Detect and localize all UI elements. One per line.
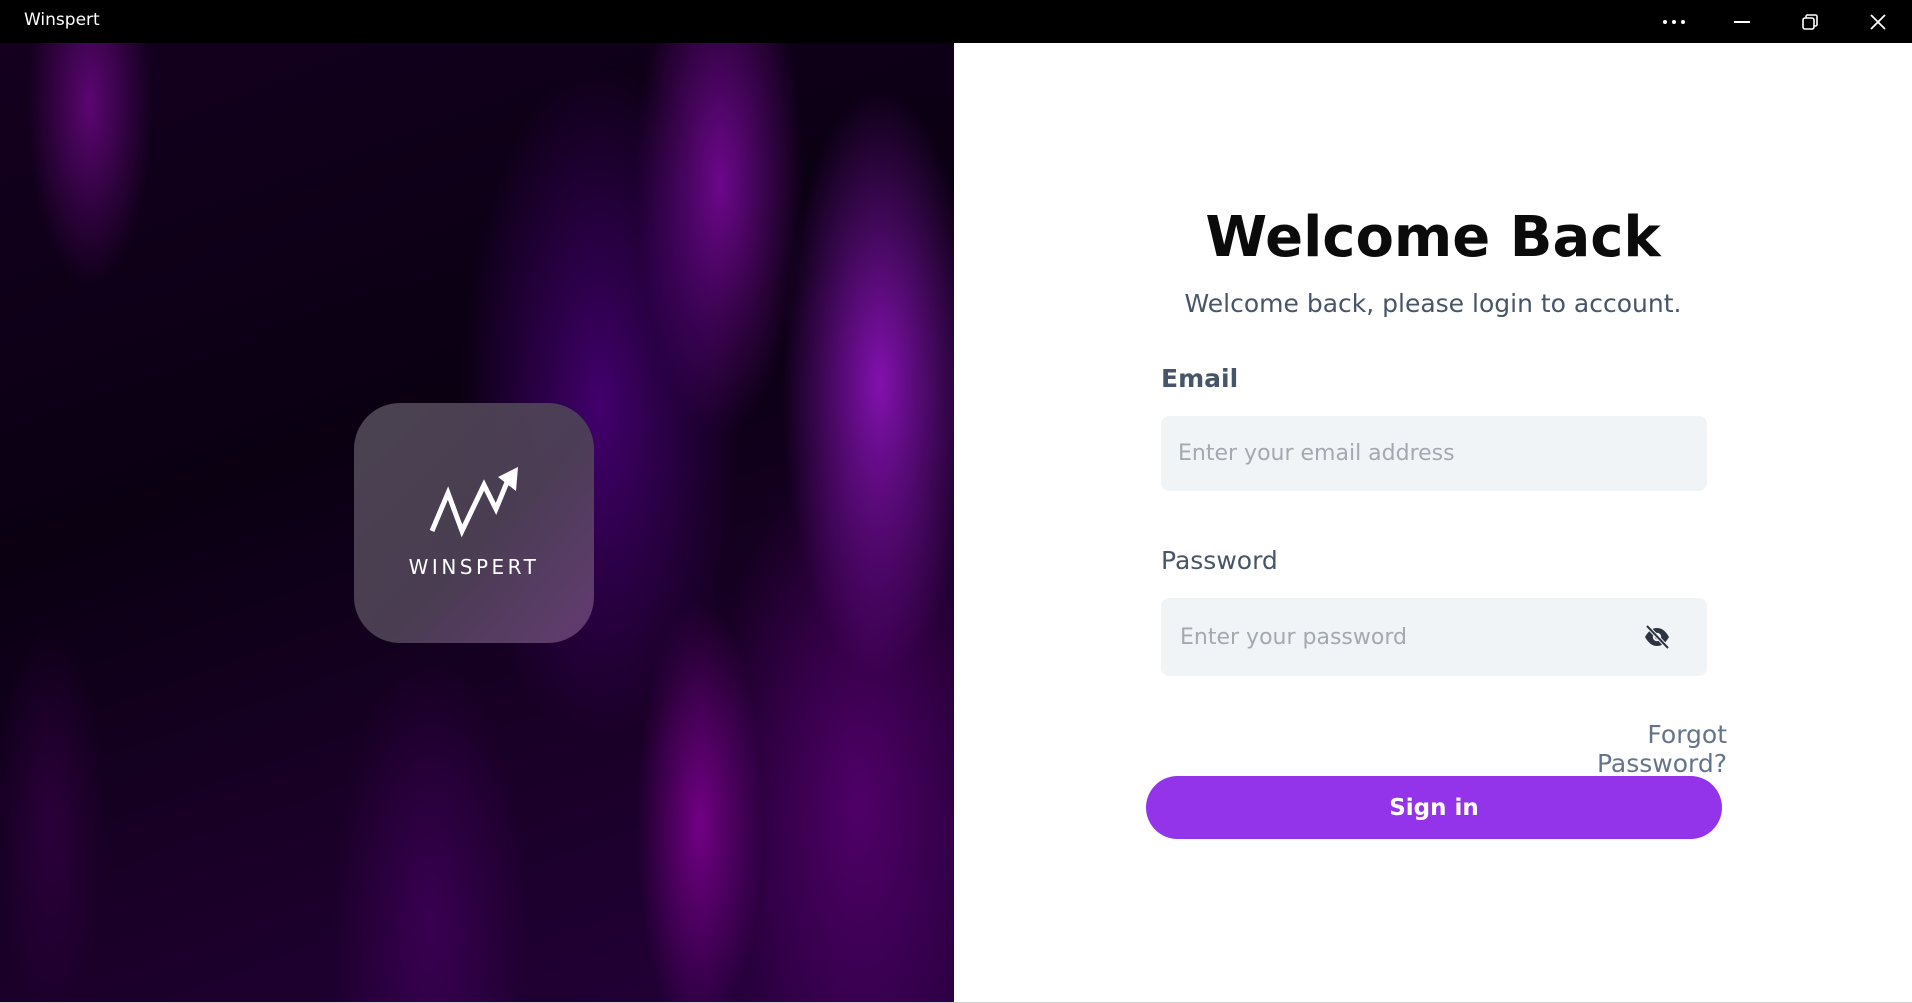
minimize-button[interactable] — [1708, 0, 1776, 43]
email-field-container — [1161, 416, 1707, 491]
trend-arrow-icon — [426, 463, 522, 548]
login-panel: Welcome Back Welcome back, please login … — [954, 43, 1912, 1003]
email-label: Email — [1161, 364, 1239, 393]
window-title: Winspert — [24, 10, 100, 30]
forgot-password-link[interactable]: Forgot Password? — [1514, 720, 1727, 778]
password-label: Password — [1161, 546, 1278, 575]
close-button[interactable] — [1844, 0, 1912, 43]
more-horizontal-icon — [1662, 19, 1686, 25]
app-logo: WINSPERT — [354, 403, 594, 643]
email-field[interactable] — [1161, 416, 1707, 491]
close-icon — [1870, 13, 1886, 30]
password-field[interactable] — [1161, 598, 1707, 676]
minimize-icon — [1734, 20, 1750, 23]
hero-background: WINSPERT — [0, 43, 954, 1003]
restore-icon — [1802, 13, 1818, 30]
sign-in-button[interactable]: Sign in — [1146, 776, 1722, 839]
page-title: Welcome Back — [1205, 205, 1661, 270]
page-subtitle: Welcome back, please login to account. — [1184, 289, 1682, 318]
restore-button[interactable] — [1776, 0, 1844, 43]
title-bar: Winspert — [0, 0, 1912, 43]
password-field-container — [1161, 598, 1707, 676]
eye-slash-icon[interactable] — [1643, 624, 1671, 650]
brand-name: WINSPERT — [408, 555, 540, 579]
more-options-button[interactable] — [1640, 0, 1708, 43]
